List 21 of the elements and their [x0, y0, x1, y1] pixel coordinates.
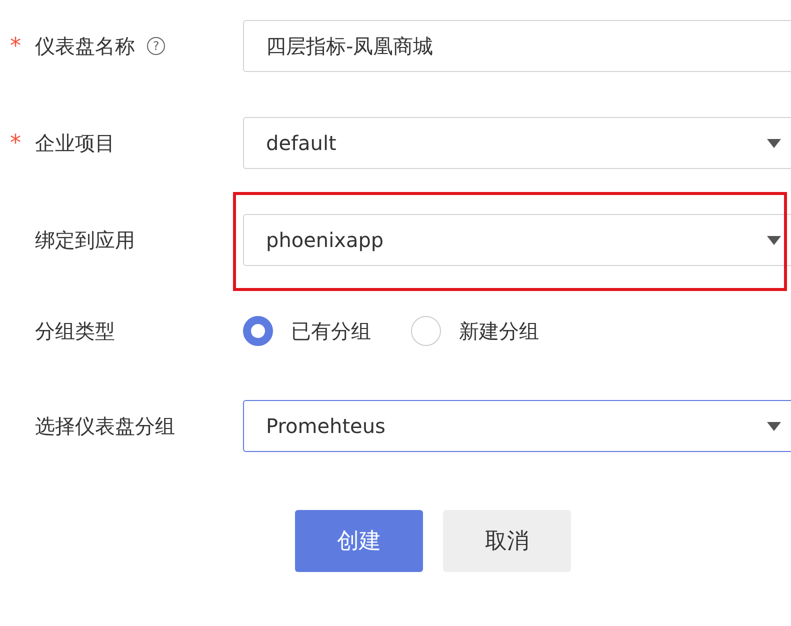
dropdown-field[interactable]: default [243, 117, 791, 169]
field-label: 绑定到应用 [35, 226, 135, 254]
required-mark: * [10, 34, 22, 58]
input-field[interactable]: 四层指标-凤凰商城 [243, 20, 791, 72]
field-label: 分组类型 [35, 318, 115, 344]
required-mark: * [10, 130, 22, 156]
radio-label[interactable]: 新建分组 [459, 318, 539, 344]
create-button[interactable]: 创建 [295, 510, 423, 572]
radio-label[interactable]: 已有分组 [291, 318, 371, 344]
dropdown-field[interactable]: Promehteus [243, 400, 791, 452]
help-icon[interactable]: ? [147, 37, 165, 55]
caret-icon [767, 236, 781, 245]
caret-icon [767, 422, 781, 431]
field-label: 企业项目 [35, 130, 115, 156]
cancel-button[interactable]: 取消 [443, 510, 571, 572]
caret-icon [767, 139, 781, 148]
dropdown-field[interactable]: phoenixapp [243, 214, 791, 266]
field-label: 选择仪表盘分组 [35, 412, 175, 440]
field-label: 仪表盘名称 [35, 32, 135, 60]
radio-button[interactable] [411, 316, 441, 346]
radio-button[interactable] [243, 316, 273, 346]
